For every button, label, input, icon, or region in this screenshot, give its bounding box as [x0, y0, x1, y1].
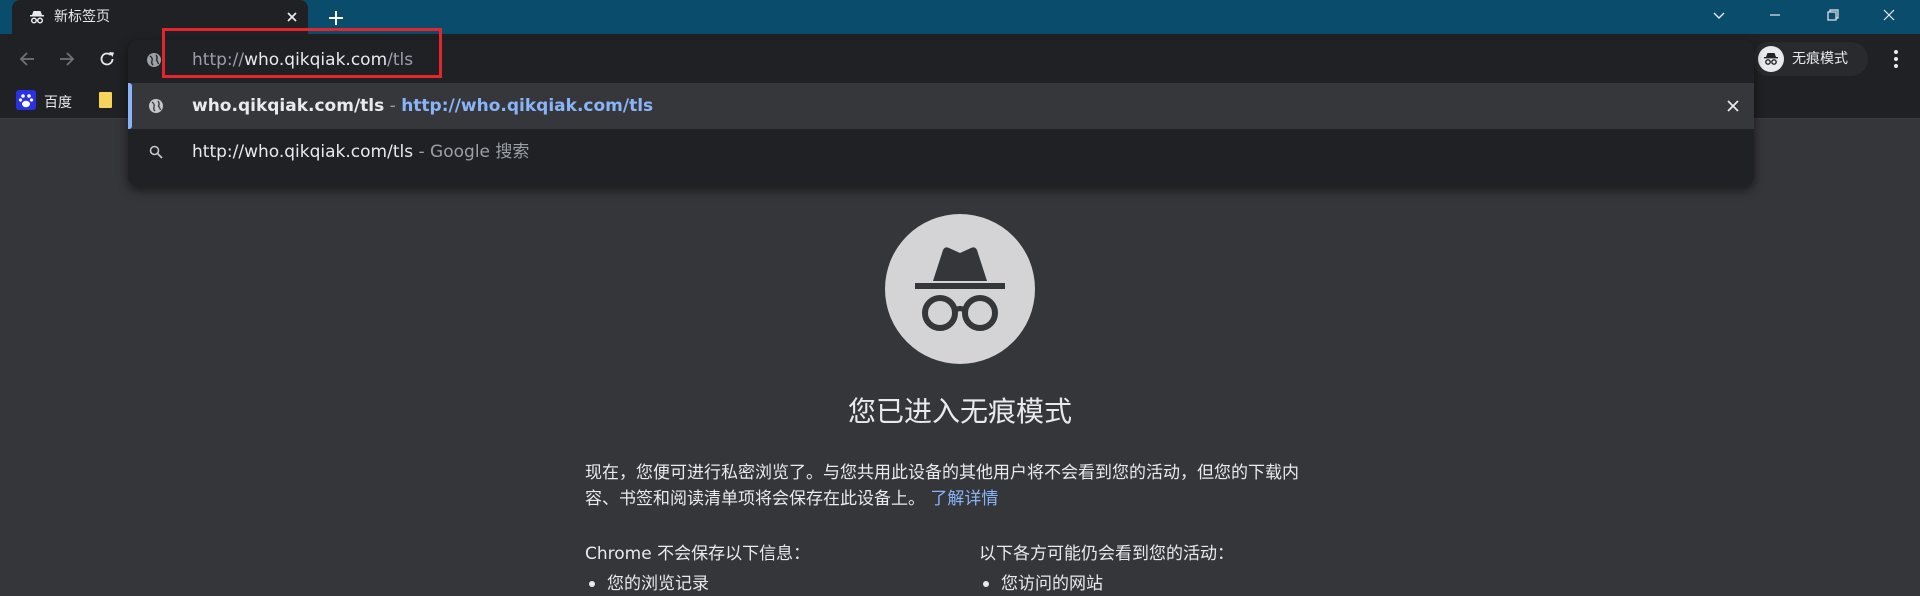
bullet: [589, 581, 595, 587]
url-host: who.qikqiak.com: [244, 50, 388, 70]
baidu-paw-icon: [16, 90, 36, 114]
new-tab-button[interactable]: [322, 4, 350, 32]
omnibox-url-text: http://who.qikqiak.com/tls: [192, 50, 413, 70]
tab-close-icon[interactable]: [282, 7, 302, 27]
suggestion-separator: -: [384, 96, 402, 116]
suggestion-text: http://who.qikqiak.com/tls - Google 搜索: [192, 142, 529, 162]
not-saved-heading: Chrome 不会保存以下信息：: [585, 544, 811, 564]
close-window-icon[interactable]: [1866, 0, 1912, 30]
restore-icon[interactable]: [1810, 0, 1856, 30]
bookmark-label: 百度: [44, 95, 72, 111]
tab-strip: 新标签页: [0, 0, 1920, 34]
incognito-avatar-icon: [1758, 46, 1784, 72]
suggestion-title: who.qikqiak.com/tls: [192, 96, 385, 116]
globe-icon: [146, 52, 162, 68]
description-line-2: 容、书签和阅读清单项将会保存在此设备上。: [585, 489, 925, 509]
suggestion-text: who.qikqiak.com/tls - http://who.qikqiak…: [192, 96, 653, 116]
tab-title: 新标签页: [54, 9, 110, 25]
profile-label: 无痕模式: [1792, 51, 1848, 67]
minimize-icon[interactable]: [1752, 0, 1798, 30]
forward-button[interactable]: [52, 44, 82, 74]
incognito-description: 现在，您便可进行私密浏览了。与您共用此设备的其他用户将不会看到您的活动，但您的下…: [585, 460, 1335, 512]
tab-search-chevron-icon[interactable]: [1696, 0, 1742, 30]
visible-to-heading: 以下各方可能仍会看到您的活动：: [979, 544, 1234, 564]
list-item-text: 您的浏览记录: [607, 574, 709, 594]
list-item-text: 您访问的网站: [1001, 574, 1103, 594]
suggestion-separator: -: [413, 142, 431, 162]
bullet: [983, 581, 989, 587]
url-path: /tls: [387, 50, 414, 70]
remove-suggestion-icon[interactable]: [1724, 97, 1742, 115]
page-title: 您已进入无痕模式: [847, 395, 1072, 428]
selection-indicator: [128, 83, 132, 129]
search-icon: [148, 144, 164, 160]
tab-new-tab[interactable]: 新标签页: [12, 0, 308, 34]
folder-icon: [98, 90, 114, 114]
omnibox-popup: http://who.qikqiak.com/tls who.qikqiak.c…: [128, 40, 1754, 186]
url-scheme: http://: [192, 50, 245, 70]
omnibox-input[interactable]: http://who.qikqiak.com/tls: [128, 40, 1754, 80]
list-item: 您访问的网站: [983, 572, 1103, 596]
list-item: 您的浏览记录: [589, 572, 709, 596]
suggestion-query: http://who.qikqiak.com/tls: [192, 142, 414, 162]
back-button[interactable]: [12, 44, 42, 74]
incognito-icon: [28, 8, 46, 26]
bookmark-baidu[interactable]: 百度: [16, 90, 72, 114]
description-line-1: 现在，您便可进行私密浏览了。与您共用此设备的其他用户将不会看到您的活动，但您的下…: [585, 463, 1299, 483]
incognito-logo: [885, 214, 1035, 364]
suggestion-search[interactable]: http://who.qikqiak.com/tls - Google 搜索: [128, 129, 1754, 175]
more-menu-icon[interactable]: [1884, 46, 1908, 72]
bookmark-folder[interactable]: [98, 90, 114, 114]
reload-button[interactable]: [92, 44, 122, 74]
profile-button[interactable]: 无痕模式: [1752, 42, 1868, 76]
suggestion-url[interactable]: who.qikqiak.com/tls - http://who.qikqiak…: [128, 83, 1754, 129]
globe-icon: [148, 98, 164, 114]
suggestion-hint: Google 搜索: [430, 142, 530, 162]
learn-more-link[interactable]: 了解详情: [930, 489, 998, 509]
suggestion-url-link: http://who.qikqiak.com/tls: [401, 96, 654, 116]
